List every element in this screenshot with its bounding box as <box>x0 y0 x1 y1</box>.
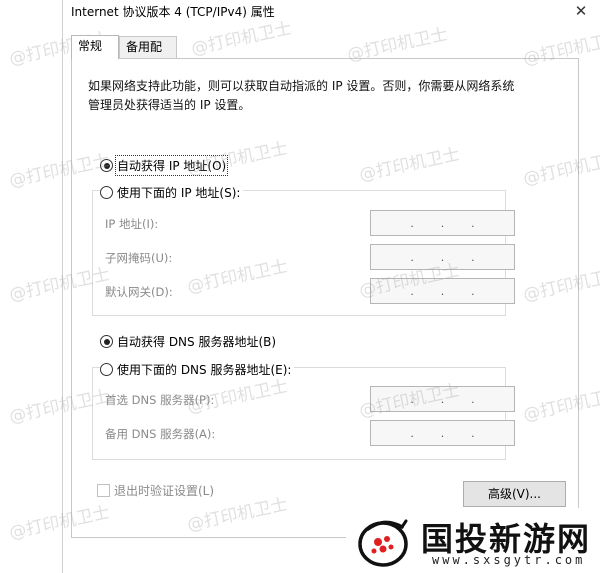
radio-manual-dns-indicator[interactable] <box>100 363 113 376</box>
radio-auto-dns[interactable]: 自动获得 DNS 服务器地址(B) <box>100 333 280 350</box>
radio-manual-dns-label[interactable]: 使用下面的 DNS 服务器地址(E): <box>117 361 291 378</box>
advanced-button[interactable]: 高级(V)... <box>463 481 566 507</box>
close-icon[interactable]: ✕ <box>570 1 592 21</box>
brand-logo-icon <box>358 519 408 567</box>
subnet-mask-input[interactable]: ... <box>370 244 515 270</box>
ip-address-label: IP 地址(I): <box>105 217 159 231</box>
validate-settings-checkbox[interactable]: 退出时验证设置(L) <box>97 482 214 499</box>
preferred-dns-input[interactable]: ... <box>370 386 515 412</box>
tab-panel-general: 如果网络支持此功能，则可以获取自动指派的 IP 设置。否则，你需要从网络系统管理… <box>71 58 579 538</box>
ip-address-input[interactable]: ... <box>370 210 515 236</box>
tab-general[interactable]: 常规 <box>71 35 119 59</box>
alternate-dns-label: 备用 DNS 服务器(A): <box>105 427 216 441</box>
radio-auto-ip-label[interactable]: 自动获得 IP 地址(O) <box>114 155 229 176</box>
radio-manual-dns[interactable]: 使用下面的 DNS 服务器地址(E): <box>100 361 295 378</box>
radio-auto-ip-indicator[interactable] <box>100 159 113 172</box>
description-text: 如果网络支持此功能，则可以获取自动指派的 IP 设置。否则，你需要从网络系统管理… <box>88 79 515 112</box>
window-title: Internet 协议版本 4 (TCP/IPv4) 属性 <box>71 5 275 19</box>
title-bar: Internet 协议版本 4 (TCP/IPv4) 属性 ✕ <box>63 0 600 24</box>
preferred-dns-label: 首选 DNS 服务器(P): <box>105 393 215 407</box>
tcpip-properties-dialog: Internet 协议版本 4 (TCP/IPv4) 属性 ✕ 常规 备用配置 … <box>62 0 600 573</box>
subnet-mask-label: 子网掩码(U): <box>105 251 173 265</box>
default-gateway-input[interactable]: ... <box>370 278 515 304</box>
validate-settings-box[interactable] <box>97 484 110 497</box>
radio-auto-ip[interactable]: 自动获得 IP 地址(O) <box>100 155 230 176</box>
default-gateway-label: 默认网关(D): <box>105 285 173 299</box>
radio-manual-ip-indicator[interactable] <box>100 186 113 199</box>
radio-manual-ip[interactable]: 使用下面的 IP 地址(S): <box>100 184 244 201</box>
radio-auto-dns-label[interactable]: 自动获得 DNS 服务器地址(B) <box>117 333 276 350</box>
validate-settings-label[interactable]: 退出时验证设置(L) <box>114 482 214 499</box>
alternate-dns-input[interactable]: ... <box>370 420 515 446</box>
radio-manual-ip-label[interactable]: 使用下面的 IP 地址(S): <box>117 184 240 201</box>
dns-group-box <box>92 367 506 460</box>
radio-auto-dns-indicator[interactable] <box>100 335 113 348</box>
brand-overlay: 国投新游网 www.sxsgytr.com <box>346 508 600 573</box>
tab-alternate-config[interactable]: 备用配置 <box>119 36 177 74</box>
brand-url: www.sxsgytr.com <box>432 553 586 567</box>
